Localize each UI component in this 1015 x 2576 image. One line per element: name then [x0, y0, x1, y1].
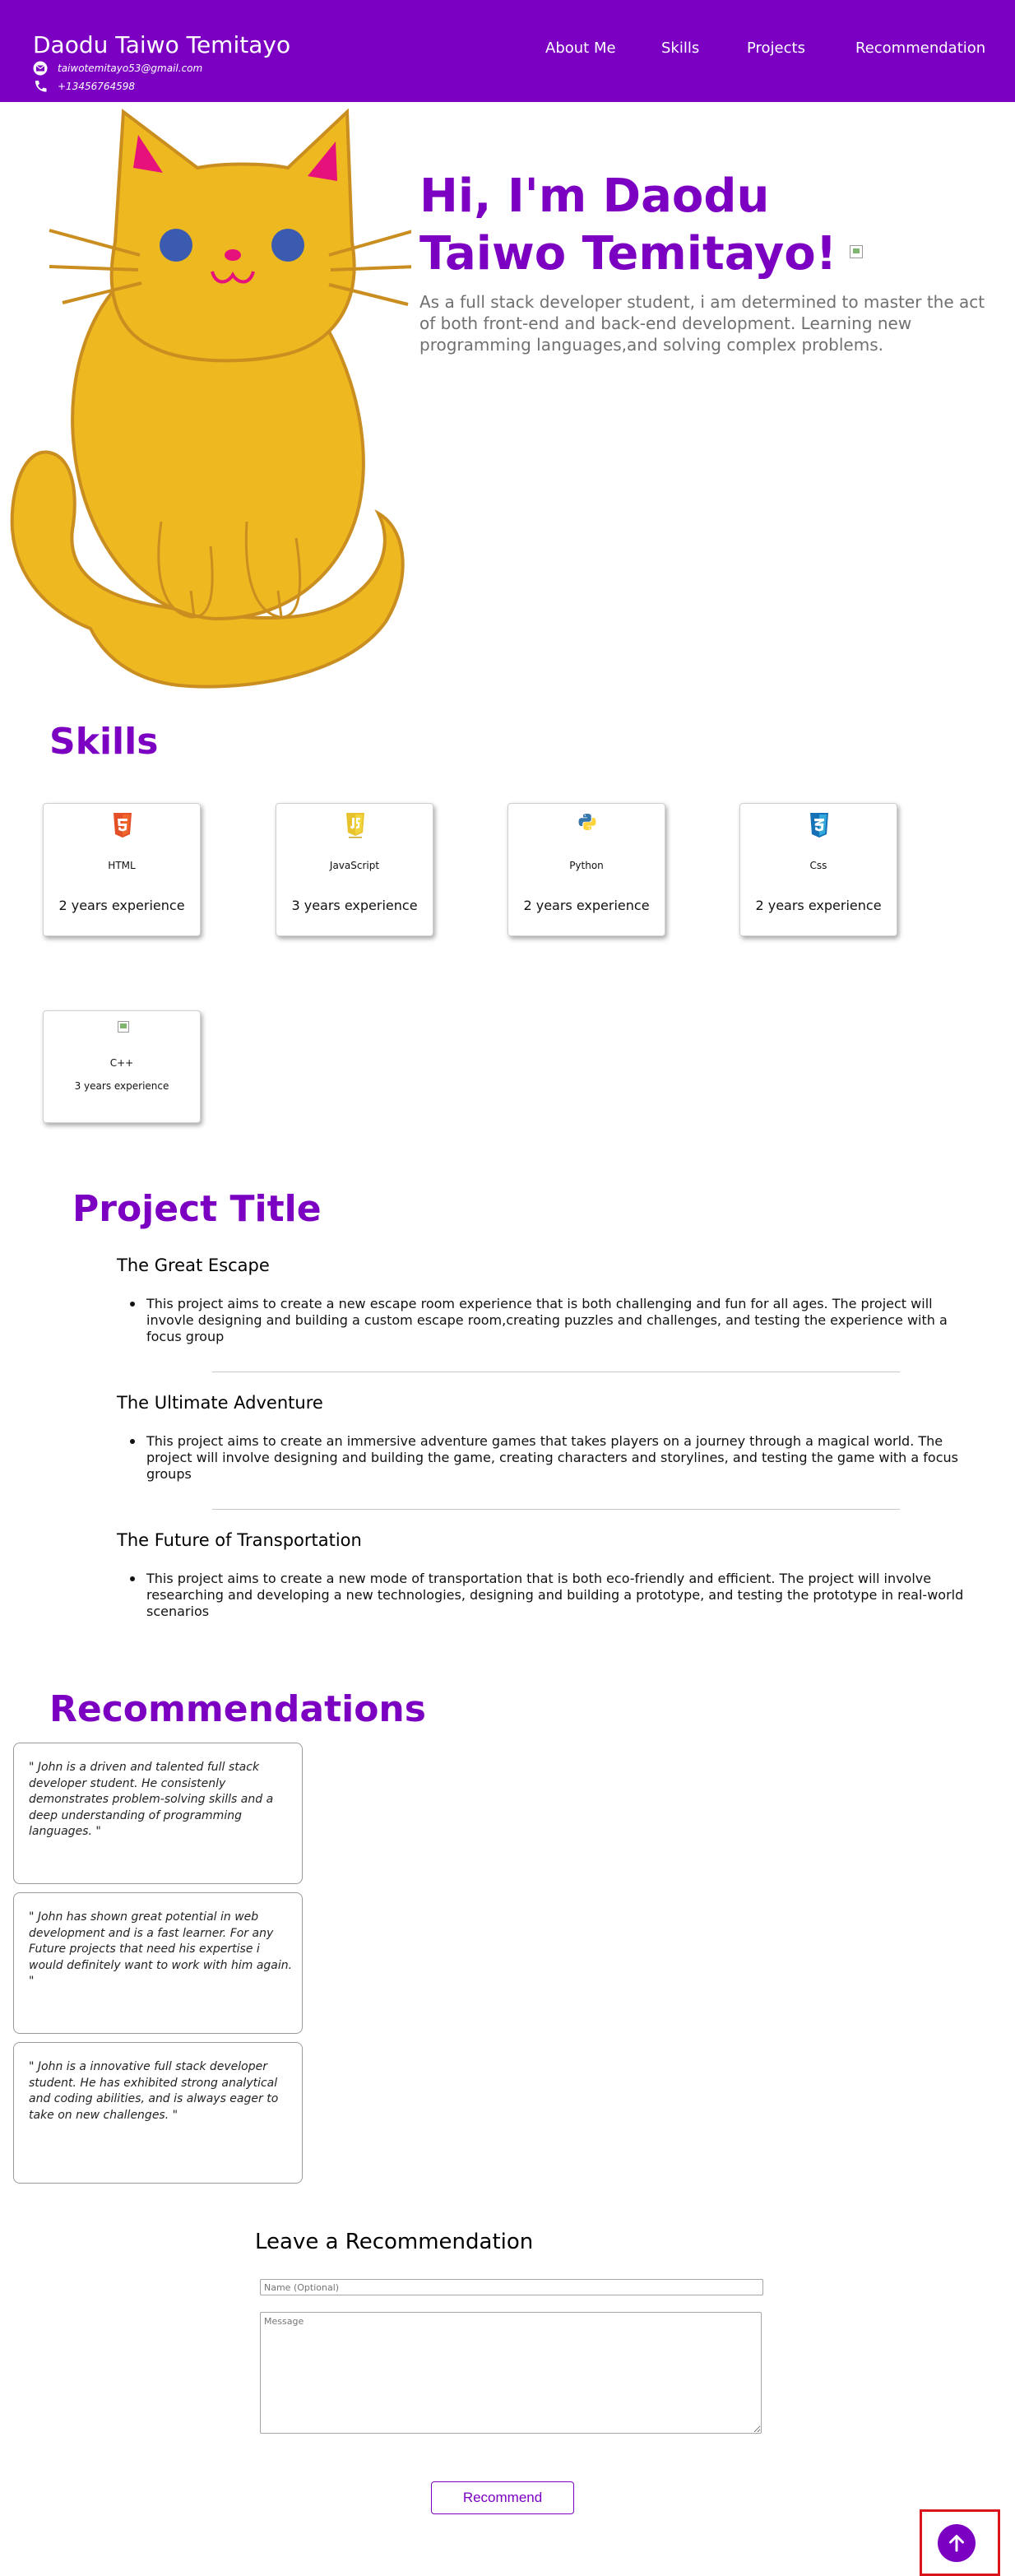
recommendations-heading: Recommendations [49, 1688, 426, 1730]
recommendation-card: " John is a innovative full stack develo… [13, 2042, 303, 2184]
skill-experience: 2 years experience [523, 898, 650, 913]
nav-projects[interactable]: Projects [747, 39, 805, 57]
skill-name: C++ [109, 1057, 134, 1069]
skill-name: Python [569, 860, 604, 871]
skill-experience: 3 years experience [74, 1080, 169, 1092]
projects-heading: Project Title [72, 1188, 322, 1230]
phone-contact: +13456764598 [33, 79, 135, 94]
back-to-top-button[interactable] [938, 2524, 976, 2562]
project-description: This project aims to create a new mode o… [130, 1571, 977, 1620]
cat-illustration [10, 108, 411, 689]
project-divider [212, 1509, 900, 1510]
project-description: This project aims to create an immersive… [130, 1433, 977, 1483]
project-name: The Great Escape [117, 1256, 270, 1275]
message-input[interactable] [260, 2312, 762, 2434]
skill-card-python: Python 2 years experience [508, 803, 665, 936]
hero-subtitle: As a full stack developer student, i am … [419, 292, 985, 355]
skill-experience: 2 years experience [755, 898, 882, 913]
name-input[interactable] [260, 2279, 763, 2295]
project-name: The Future of Transportation [117, 1530, 362, 1550]
css3-icon [810, 813, 828, 838]
project-name: The Ultimate Adventure [117, 1393, 323, 1413]
recommendation-text: " John is a driven and talented full sta… [29, 1761, 274, 1838]
skill-card-html: HTML 2 years experience [43, 803, 201, 936]
skill-experience: 3 years experience [291, 898, 418, 913]
skill-card-cpp: C++ 3 years experience [43, 1010, 201, 1123]
project-description: This project aims to create a new escape… [130, 1296, 977, 1345]
site-owner-name: Daodu Taiwo Temitayo [33, 31, 291, 58]
skill-card-javascript: JavaScript 3 years experience [276, 803, 433, 936]
form-title: Leave a Recommendation [255, 2230, 534, 2254]
skill-card-css: Css 2 years experience [739, 803, 897, 936]
html5-icon [114, 813, 132, 838]
nav-about-me[interactable]: About Me [545, 39, 616, 57]
skill-name: Css [809, 860, 827, 871]
hero-title: Hi, I'm Daodu Taiwo Temitayo! [419, 168, 880, 283]
recommendation-text: " John has shown great potential in web … [29, 1910, 293, 1988]
recommendation-card: " John is a driven and talented full sta… [13, 1743, 303, 1884]
nav-recommendation[interactable]: Recommendation [855, 39, 985, 57]
phone-icon [35, 81, 47, 92]
skill-name: JavaScript [329, 860, 380, 871]
arrow-up-icon [949, 2535, 964, 2552]
site-header: Daodu Taiwo Temitayo taiwotemitayo53@gma… [0, 0, 1015, 102]
skill-name: HTML [108, 860, 136, 871]
python-icon [578, 814, 596, 830]
hero-title-text: Hi, I'm Daodu Taiwo Temitayo! [419, 169, 837, 281]
recommendation-card: " John has shown great potential in web … [13, 1892, 303, 2034]
broken-image-icon [118, 1021, 129, 1033]
broken-image-icon [850, 244, 864, 258]
recommend-button[interactable]: Recommend [431, 2481, 574, 2514]
skill-experience: 2 years experience [58, 898, 185, 913]
nav-skills[interactable]: Skills [661, 39, 699, 57]
email-icon [33, 61, 48, 76]
skills-heading: Skills [49, 721, 159, 763]
email-contact: taiwotemitayo53@gmail.com [33, 61, 202, 76]
phone-text: +13456764598 [58, 81, 136, 92]
recommendation-text: " John is a innovative full stack develo… [29, 2060, 279, 2122]
email-text: taiwotemitayo53@gmail.com [58, 63, 203, 74]
javascript-icon [346, 813, 364, 838]
